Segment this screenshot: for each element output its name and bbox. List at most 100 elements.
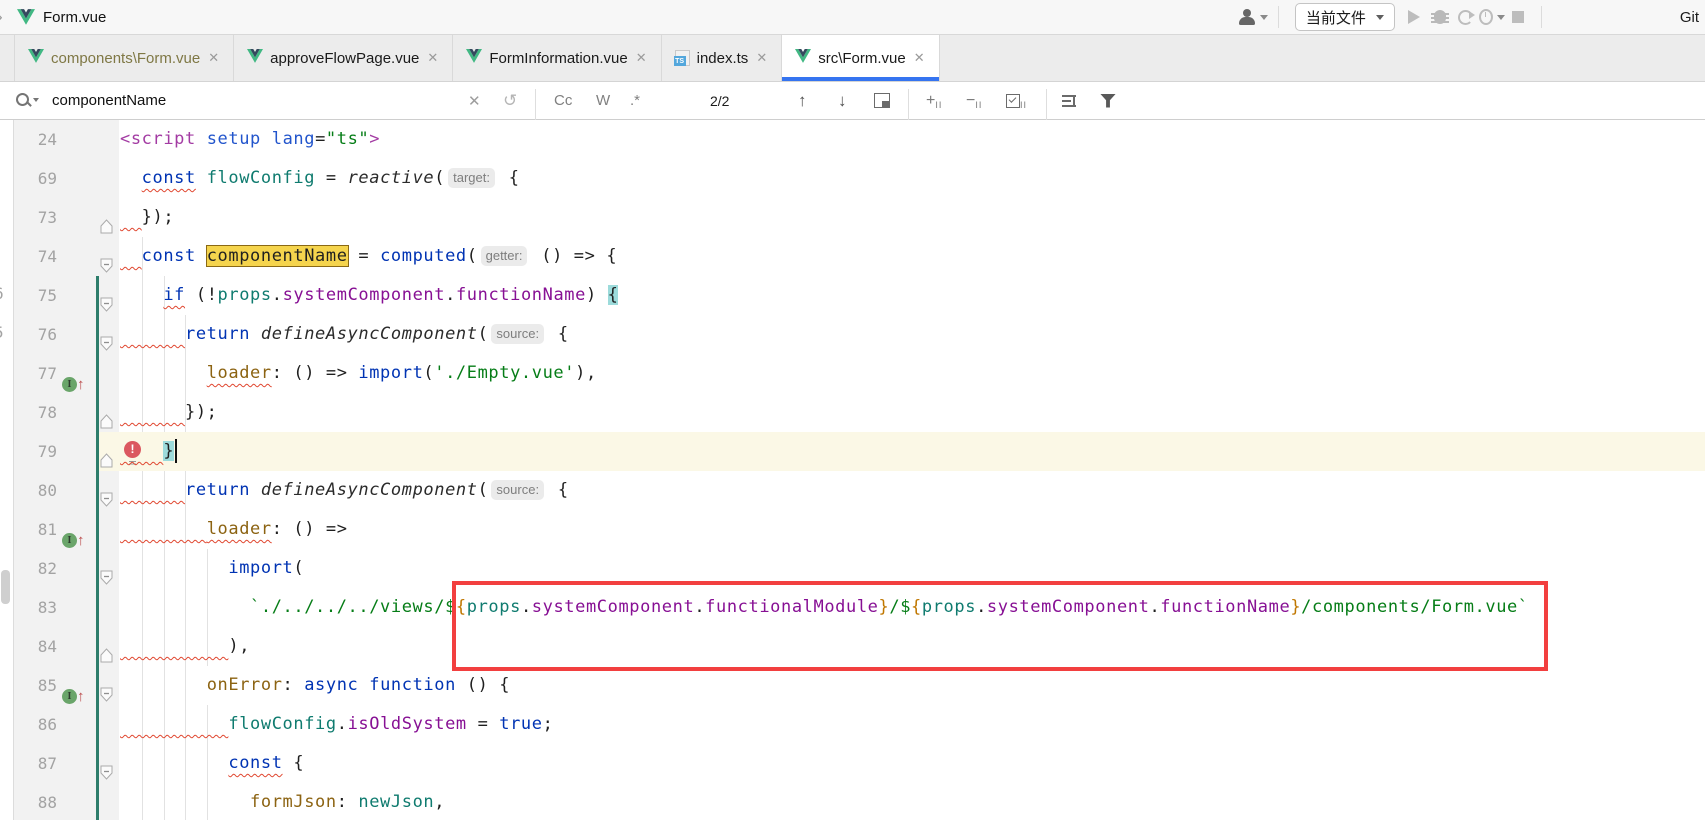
fold-region-open-icon[interactable]: [100, 249, 114, 264]
close-icon[interactable]: ✕: [635, 50, 648, 66]
code-line-85[interactable]: 85I↑ onError: async function () {: [0, 666, 1705, 705]
code-token: lang: [272, 129, 315, 149]
code-token: getter:: [481, 246, 528, 266]
filter-funnel-icon: [1100, 94, 1116, 108]
search-input[interactable]: componentName: [52, 82, 166, 119]
code-token: ),: [575, 363, 597, 383]
add-selection-button[interactable]: +II: [926, 82, 942, 119]
filter-button[interactable]: [1100, 82, 1116, 119]
open-in-find-window-button[interactable]: [874, 82, 890, 119]
regex-toggle[interactable]: .*: [630, 82, 640, 119]
tab-components-form-vue[interactable]: components\Form.vue✕: [14, 35, 234, 81]
fold-region-end-icon[interactable]: [100, 405, 114, 420]
code-token: isOldSystem: [348, 714, 467, 734]
git-change-marker: [96, 783, 99, 820]
code-token: [120, 558, 228, 578]
stop-button[interactable]: [1505, 4, 1531, 30]
editor-tab-bar: components\Form.vue✕approveFlowPage.vue✕…: [0, 35, 1705, 82]
code-token: :: [337, 792, 359, 812]
close-icon[interactable]: ✕: [913, 50, 926, 66]
code-token: loader: [207, 519, 272, 539]
code-token: ;: [543, 714, 554, 734]
code-line-88[interactable]: 88 formJson: newJson,: [0, 783, 1705, 820]
code-editor[interactable]: 24<script setup lang="ts">69 const flowC…: [0, 120, 1705, 820]
code-line-81[interactable]: 81I↑ loader: () =>: [0, 510, 1705, 549]
code-text: return defineAsyncComponent(source: {: [120, 471, 569, 510]
fold-region-open-icon[interactable]: [100, 561, 114, 576]
code-text: });: [120, 393, 218, 432]
code-token: [120, 792, 250, 812]
select-all-occurrences-button[interactable]: II: [1006, 82, 1027, 119]
fold-region-open-icon[interactable]: [100, 483, 114, 498]
code-text: const componentName = computed(getter: (…: [120, 237, 617, 276]
git-menu[interactable]: Git: [1680, 9, 1699, 26]
code-line-78[interactable]: 78 });: [0, 393, 1705, 432]
previous-occurrence-button[interactable]: ↑: [798, 82, 807, 119]
fold-region-end-icon[interactable]: [100, 444, 114, 459]
coverage-button[interactable]: [1453, 4, 1479, 30]
code-line-69[interactable]: 69 const flowConfig = reactive(target: {: [0, 159, 1705, 198]
close-icon[interactable]: ✕: [207, 50, 220, 66]
fold-region-end-icon[interactable]: [100, 639, 114, 654]
next-occurrence-button[interactable]: ↓: [838, 82, 847, 119]
code-line-86[interactable]: 86 flowConfig.isOldSystem = true;: [0, 705, 1705, 744]
code-token: [120, 285, 163, 305]
fold-region-open-icon[interactable]: [100, 678, 114, 693]
code-token: componentName: [207, 246, 348, 266]
code-line-24[interactable]: 24<script setup lang="ts">: [0, 120, 1705, 159]
code-token: });: [185, 402, 218, 422]
code-token: './Empty.vue': [434, 363, 575, 383]
words-toggle[interactable]: W: [596, 82, 610, 119]
profiler-button[interactable]: [1479, 4, 1505, 30]
code-token: .: [445, 285, 456, 305]
user-profile-button[interactable]: [1238, 9, 1268, 25]
code-line-73[interactable]: 73 });: [0, 198, 1705, 237]
code-token: ,: [434, 792, 445, 812]
code-text: loader: () =>: [120, 510, 348, 549]
divider: [1541, 6, 1542, 28]
close-icon[interactable]: ✕: [755, 50, 768, 66]
scrollbar-thumb[interactable]: [1, 570, 10, 604]
code-line-75[interactable]: 75 if (!props.systemComponent.functionNa…: [0, 276, 1705, 315]
code-token: [250, 324, 261, 344]
code-token: `./../../../views/: [250, 597, 445, 617]
git-change-marker: [96, 744, 99, 783]
code-token: !: [207, 285, 218, 305]
debug-button[interactable]: [1427, 4, 1453, 30]
line-number: 85: [13, 666, 57, 705]
fold-region-open-icon[interactable]: [100, 756, 114, 771]
search-field-options-button[interactable]: [1062, 82, 1076, 119]
fold-region-open-icon[interactable]: [100, 327, 114, 342]
match-case-toggle[interactable]: Cc: [554, 82, 572, 119]
code-token: return: [185, 480, 250, 500]
code-line-79[interactable]: 79! }: [0, 432, 1705, 471]
fold-region-open-icon[interactable]: [100, 288, 114, 303]
tab-approveflowpage-vue[interactable]: approveFlowPage.vue✕: [234, 35, 453, 81]
fold-region-end-icon[interactable]: [100, 210, 114, 225]
code-token: source:: [491, 324, 544, 344]
code-line-87[interactable]: 87 const {: [0, 744, 1705, 783]
code-token: [120, 441, 163, 461]
run-configuration-select[interactable]: 当前文件: [1295, 3, 1395, 31]
line-number: 87: [13, 744, 57, 783]
close-icon[interactable]: ✕: [426, 50, 439, 66]
tab-forminformation-vue[interactable]: FormInformation.vue✕: [453, 35, 661, 81]
code-line-77[interactable]: 77I↑ loader: () => import('./Empty.vue')…: [0, 354, 1705, 393]
git-change-marker: [96, 432, 99, 471]
tab-index-ts[interactable]: TSindex.ts✕: [662, 35, 783, 81]
run-button[interactable]: [1401, 4, 1427, 30]
line-number: 76: [13, 315, 57, 354]
remove-selection-button[interactable]: −II: [966, 82, 982, 119]
code-token: [120, 363, 207, 383]
code-line-74[interactable]: 74 const componentName = computed(getter…: [0, 237, 1705, 276]
code-token: (: [478, 480, 489, 500]
tab-src-form-vue[interactable]: src\Form.vue✕: [782, 35, 939, 81]
clear-search-button[interactable]: ✕: [468, 82, 481, 119]
code-token: target:: [448, 168, 495, 188]
search-history-icon[interactable]: ↺: [503, 82, 517, 119]
git-change-marker: [96, 393, 99, 432]
search-options-button[interactable]: [16, 82, 32, 119]
code-line-76[interactable]: 76 return defineAsyncComponent(source: {: [0, 315, 1705, 354]
code-line-80[interactable]: 80 return defineAsyncComponent(source: {: [0, 471, 1705, 510]
code-token: onError: [207, 675, 283, 695]
